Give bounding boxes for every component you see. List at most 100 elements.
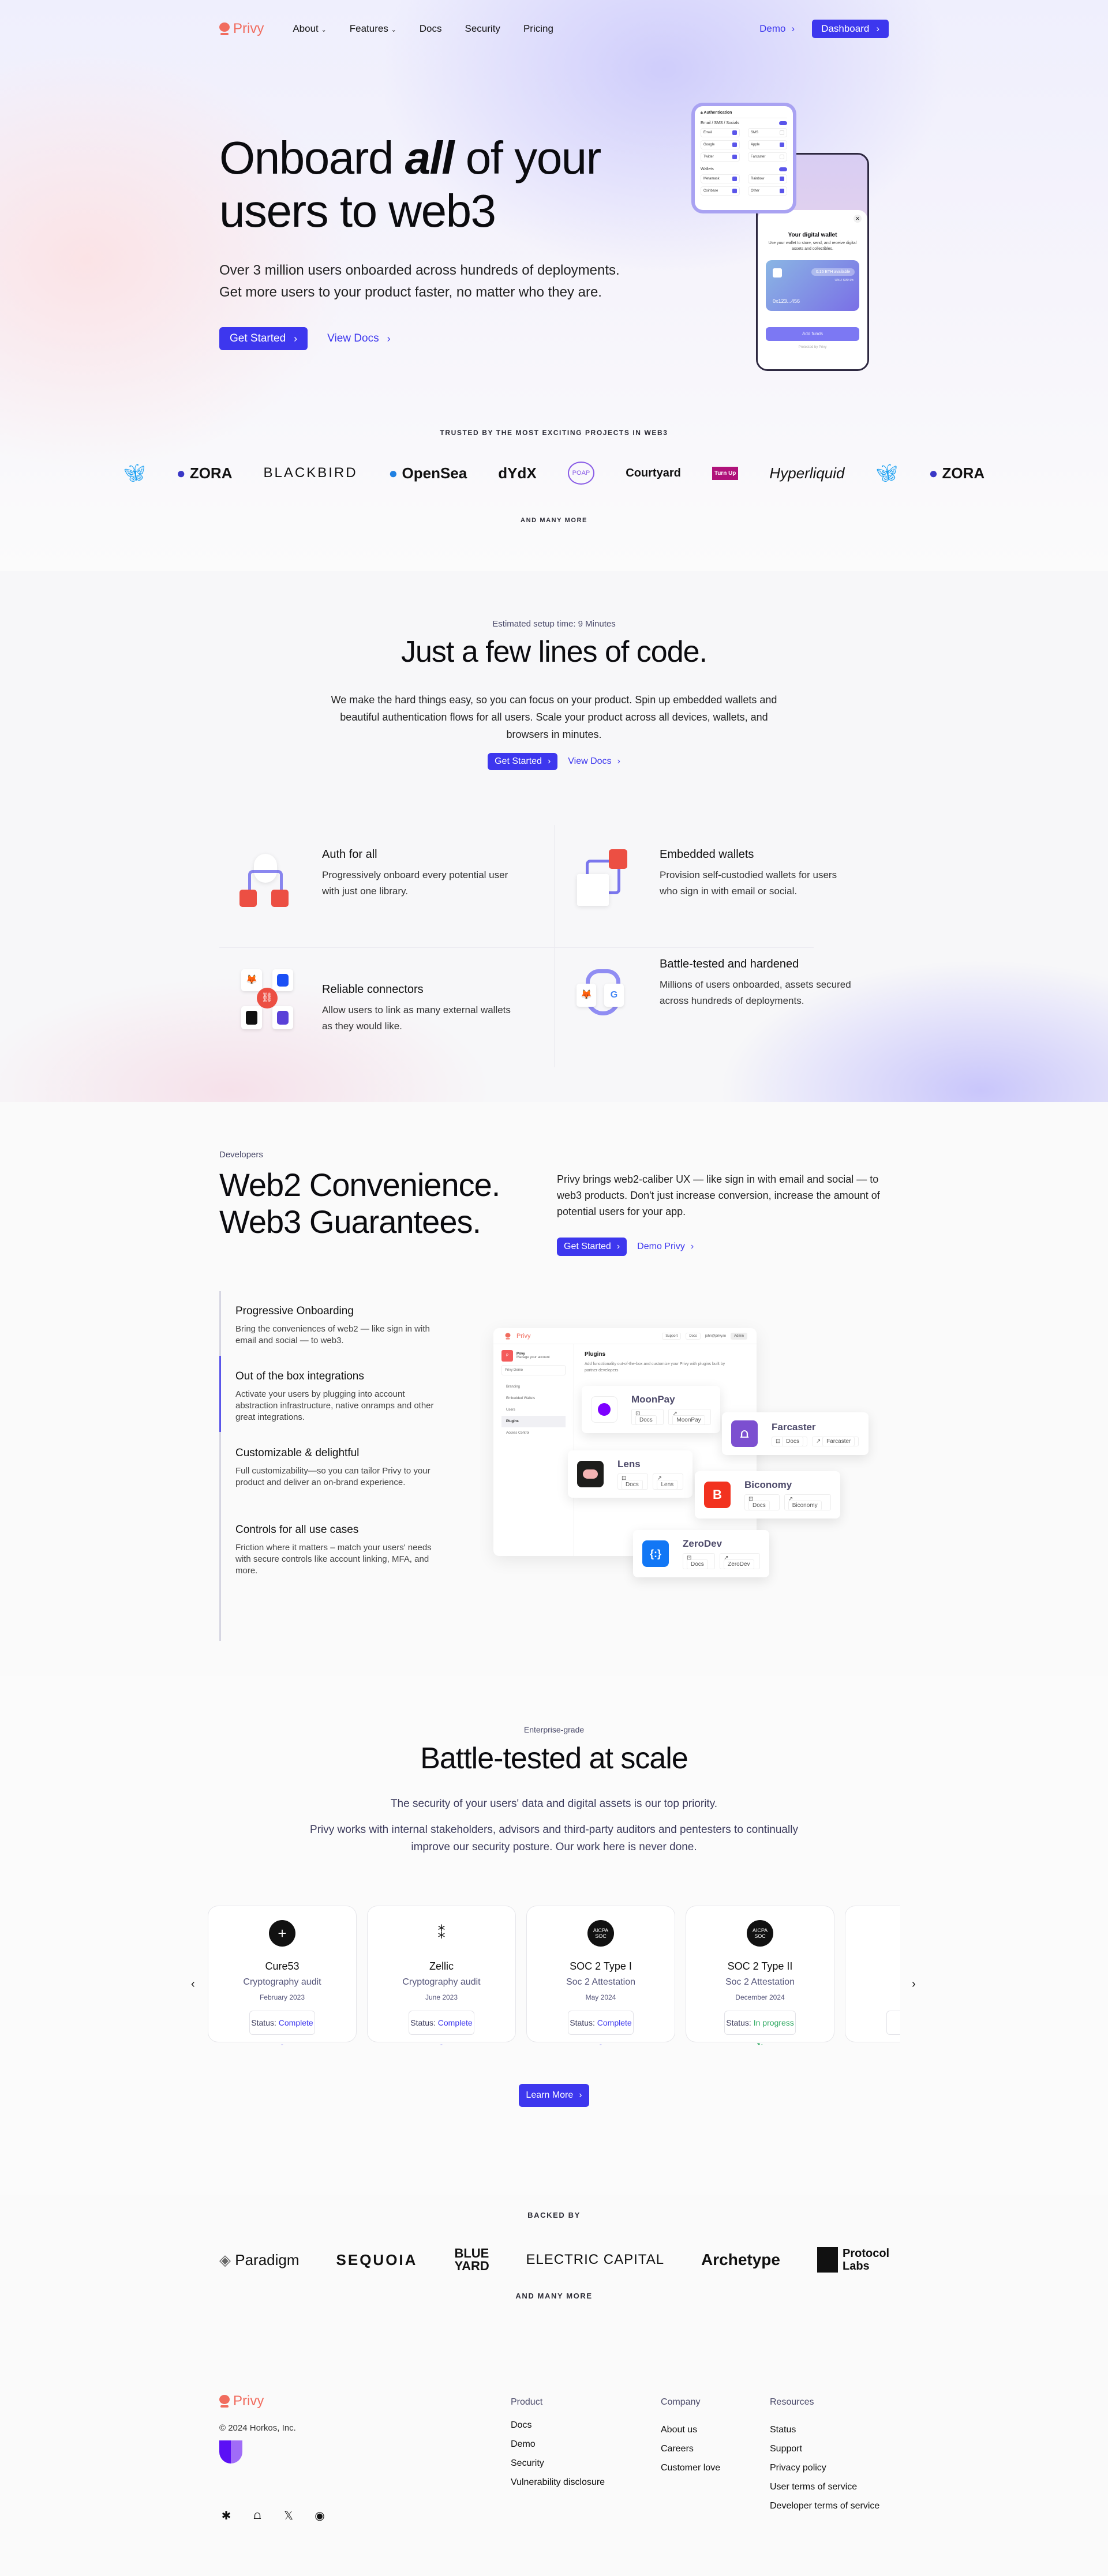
tab-progressive-onboarding[interactable]: Progressive Onboarding Bring the convenie…: [235, 1305, 443, 1347]
feature-body: Progressively onboard every potential us…: [322, 869, 508, 897]
auth-group-label: Email / SMS / Socials: [701, 121, 739, 125]
plugin-card-zerodev: {:} ZeroDev ⊡ Docs ↗ ZeroDev: [633, 1530, 769, 1577]
biconomy-icon: B: [704, 1482, 731, 1508]
privy-logo-icon: [219, 2395, 230, 2408]
footer-link[interactable]: Docs: [511, 2420, 605, 2431]
checkbox-icon: [780, 155, 784, 159]
cure53-icon: +: [269, 1920, 295, 1947]
feature-auth: Auth for all Progressively onboard every …: [237, 848, 514, 912]
carousel-next-button[interactable]: ›: [912, 1978, 916, 1991]
protocol-labs-logo: Protocol Labs: [817, 2247, 889, 2273]
chevron-right-icon: ›: [617, 756, 620, 766]
plugins-description: Add funcctionality out-of-the-box and cu…: [585, 1362, 725, 1373]
farcaster-icon[interactable]: ⩍: [250, 2508, 264, 2522]
chevron-right-icon: ›: [690, 1242, 694, 1251]
footer-link[interactable]: Demo: [511, 2439, 605, 2450]
checkbox-icon: [780, 143, 784, 147]
footer-link[interactable]: Developer terms of service: [770, 2501, 879, 2511]
account-avatar: P: [501, 1350, 513, 1362]
nav-about[interactable]: About ⌄: [293, 23, 326, 35]
status-badge: Status: Complete ●: [568, 2011, 634, 2045]
privy-logo[interactable]: Privy: [219, 21, 264, 37]
footer-link[interactable]: Vulnerability disclosure: [511, 2477, 605, 2488]
nav-features[interactable]: Features ⌄: [350, 23, 396, 35]
footer-link[interactable]: Careers: [661, 2444, 720, 2454]
footer-logo[interactable]: Privy: [219, 2393, 264, 2409]
footer-link[interactable]: About us: [661, 2425, 720, 2435]
checkbox-icon: [780, 130, 784, 135]
moonpay-icon: [591, 1396, 617, 1423]
footer-link[interactable]: Support: [770, 2444, 879, 2454]
trusted-footer: AND MANY MORE: [521, 517, 587, 524]
checkbox-icon: [732, 155, 737, 159]
plugin-card-moonpay: MoonPay ⊡ Docs ↗ MoonPay: [582, 1386, 720, 1433]
feature-body: Provision self-custodied wallets for use…: [660, 869, 837, 897]
carousel-prev-button[interactable]: ‹: [191, 1978, 195, 1991]
courtyard-logo: Courtyard: [626, 466, 681, 479]
x-icon[interactable]: 𝕏: [282, 2508, 295, 2522]
zerodev-icon: {:}: [642, 1540, 669, 1567]
demo-privy-link[interactable]: Demo Privy ›: [637, 1242, 694, 1252]
github-icon[interactable]: ◉: [313, 2508, 327, 2522]
chevron-right-icon: ›: [294, 332, 298, 344]
footer-col-company: Company About us Careers Customer love: [661, 2397, 721, 2473]
external-link: ↗ Biconomy: [784, 1494, 831, 1510]
chevron-right-icon: ›: [791, 23, 795, 34]
active-tab-indicator: [219, 1356, 221, 1432]
feature-body: Millions of users onboarded, assets secu…: [660, 979, 851, 1006]
sequoia-logo: SEQUOIA: [336, 2251, 418, 2268]
wallet-usd: USD $99.95: [834, 279, 854, 282]
menu-item: Access Control: [506, 1431, 530, 1435]
demo-link[interactable]: Demo ›: [759, 23, 795, 35]
code-title: Just a few lines of code.: [401, 635, 708, 669]
learn-more-button[interactable]: Learn More ›: [519, 2084, 589, 2107]
footer-link[interactable]: Status: [770, 2425, 879, 2435]
tab-customizable[interactable]: Customizable & delightful Full customizab…: [235, 1447, 443, 1488]
view-docs-link[interactable]: View Docs ›: [327, 332, 390, 345]
view-docs-link[interactable]: View Docs ›: [568, 753, 620, 770]
get-started-button[interactable]: Get Started ›: [557, 1238, 627, 1256]
security-body-2: Privy works with internal stakeholders, …: [310, 1824, 798, 1853]
footer-link[interactable]: Customer love: [661, 2463, 720, 2473]
code-body: We make the hard things easy, so you can…: [331, 694, 777, 740]
farcaster-icon: ⩍: [731, 1420, 758, 1447]
auth-group-label: Wallets: [701, 167, 714, 171]
hero-title: Onboard all of your users to web3: [219, 132, 601, 237]
check-circle-icon: ●: [598, 2041, 603, 2045]
bluesky-logo: 🦋︎: [875, 463, 898, 483]
connectors-icon: 🦊 ⛓: [237, 969, 300, 1033]
slack-icon[interactable]: ✱: [219, 2508, 233, 2522]
footer-link[interactable]: User terms of service: [770, 2482, 879, 2492]
checkbox-icon: [780, 177, 784, 181]
footer-link[interactable]: Security: [511, 2458, 605, 2469]
chevron-right-icon: ›: [876, 23, 879, 34]
toggle: [779, 167, 787, 171]
feature-body: Allow users to link as many external wal…: [322, 1004, 511, 1032]
chevron-right-icon: ›: [616, 1242, 620, 1251]
zora-logo: ● ZORA: [176, 464, 233, 482]
refresh-icon: ↻: [757, 2041, 763, 2045]
plugin-card-biconomy: B Biconomy ⊡ Docs ↗ Biconomy: [695, 1471, 840, 1518]
hero-subtitle: Over 3 million users onboarded across hu…: [219, 263, 620, 300]
docs-link: ⊡ Docs: [631, 1409, 664, 1425]
menu-item: Embedded Wallets: [506, 1397, 536, 1400]
nav-security[interactable]: Security: [465, 23, 500, 35]
feature-tabs: Progressive Onboarding Bring the convenie…: [219, 1291, 450, 1641]
zellic-icon: ⁑: [437, 1924, 446, 1942]
get-started-button[interactable]: Get Started ›: [488, 753, 558, 770]
check-circle-icon: ●: [439, 2041, 444, 2045]
footer-link[interactable]: Privacy policy: [770, 2463, 879, 2473]
role-badge: Admin: [730, 1332, 747, 1340]
nav-docs[interactable]: Docs: [420, 23, 442, 35]
authentication-card: 🔒︎ Authentication Email / SMS / Socials …: [695, 106, 793, 210]
wallet-card: 0.16 ETH available USD $99.95 0x123...45…: [766, 260, 859, 311]
dashboard-button[interactable]: Dashboard ›: [812, 20, 889, 38]
tab-integrations[interactable]: Out of the box integrations Activate your…: [235, 1370, 443, 1423]
blackbird-logo: BLACKBIRD: [263, 465, 358, 481]
tab-controls[interactable]: Controls for all use cases Friction where…: [235, 1524, 443, 1577]
divider: [219, 947, 814, 948]
nav-pricing[interactable]: Pricing: [523, 23, 553, 35]
get-started-button[interactable]: Get Started ›: [219, 327, 308, 350]
add-funds-button: Add funds: [766, 327, 859, 341]
lock-icon: 🔒︎: [701, 111, 703, 115]
